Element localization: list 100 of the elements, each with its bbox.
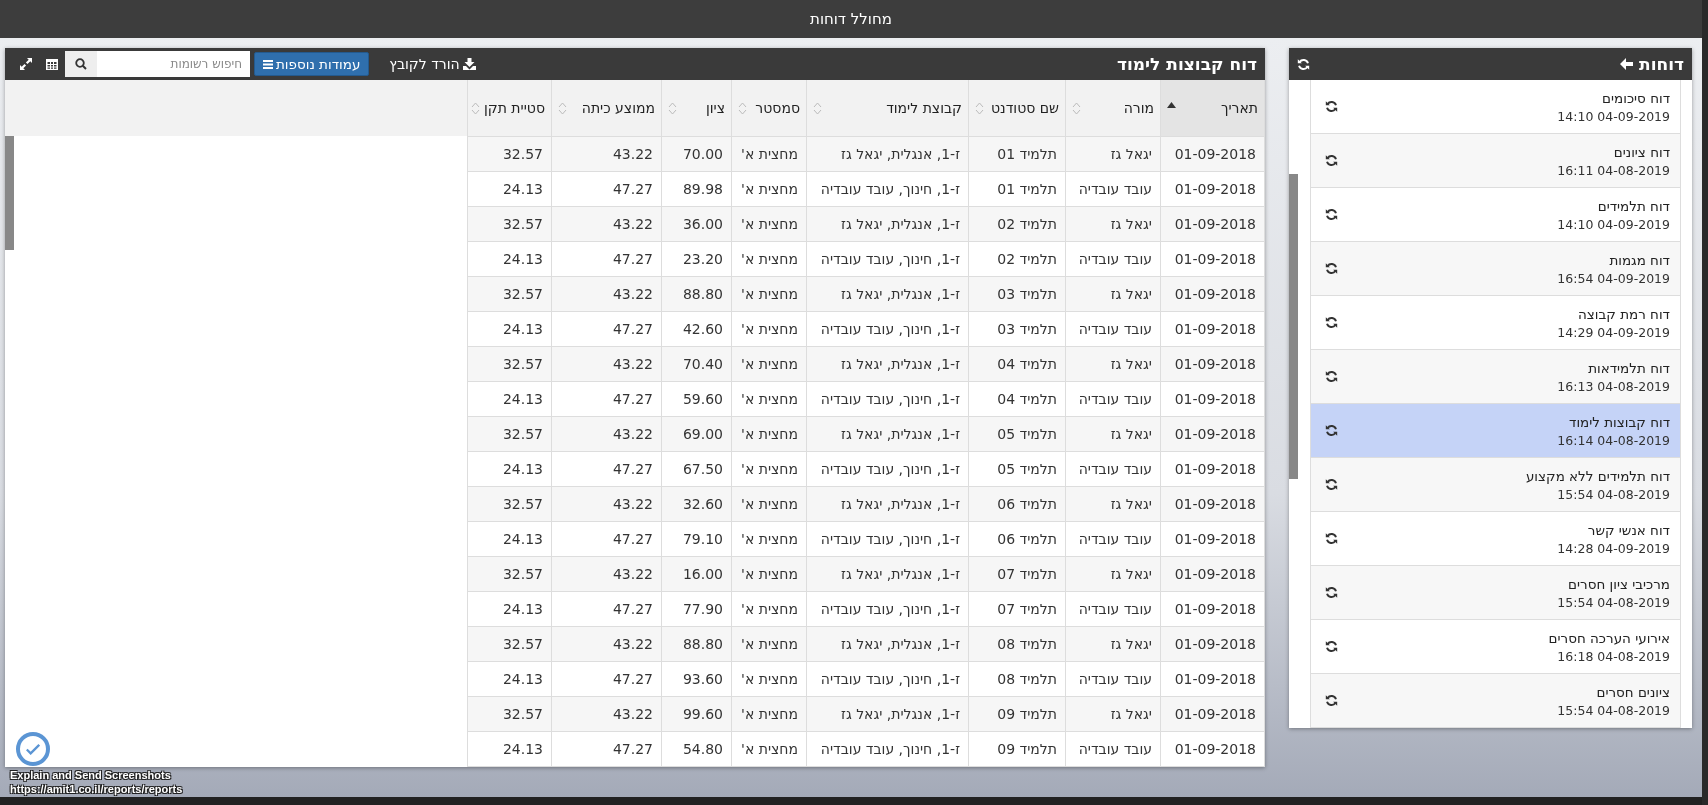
table-cell: 99.60 <box>661 696 732 732</box>
scrollbar-thumb[interactable] <box>5 136 14 250</box>
table-cell: 24.13 <box>467 171 552 207</box>
table-cell: 01-09-2018 <box>1160 346 1265 382</box>
arrow-left-icon[interactable] <box>1620 58 1634 70</box>
table-cell: 36.00 <box>661 206 732 242</box>
table-cell: ז-1, אנגלית, יגאל גז <box>806 416 969 452</box>
refresh-icon[interactable] <box>1325 262 1338 275</box>
table-cell: ז-1, אנגלית, יגאל גז <box>806 626 969 662</box>
check-icon <box>26 743 40 755</box>
table-cell: מחצית א' <box>731 486 807 522</box>
menu-icon <box>263 59 273 69</box>
table-cell: תלמיד 04 <box>968 381 1066 417</box>
refresh-icon[interactable] <box>1297 57 1310 71</box>
table-cell: תלמיד 09 <box>968 696 1066 732</box>
refresh-icon[interactable] <box>1325 154 1338 167</box>
table-cell: תלמיד 07 <box>968 556 1066 592</box>
table-cell: מחצית א' <box>731 696 807 732</box>
table-cell: יגאל גז <box>1065 626 1161 662</box>
table-cell: 24.13 <box>467 661 552 697</box>
refresh-icon[interactable] <box>1325 316 1338 329</box>
table-cell: 01-09-2018 <box>1160 311 1265 347</box>
column-header[interactable]: קבוצת לימוד <box>806 80 969 137</box>
panel-title: דוחות <box>1639 54 1684 74</box>
table-cell: 47.27 <box>551 591 662 627</box>
table-cell: מחצית א' <box>731 591 807 627</box>
table-cell: מחצית א' <box>731 171 807 207</box>
table-cell: תלמיד 02 <box>968 241 1066 277</box>
search-icon <box>75 58 87 70</box>
column-header[interactable]: סטיית תקן <box>467 80 552 137</box>
column-header[interactable]: מורה <box>1065 80 1161 137</box>
table-cell: תלמיד 08 <box>968 661 1066 697</box>
report-date: 15:54 04-08-2019 <box>1557 486 1670 502</box>
table-cell: יגאל גז <box>1065 346 1161 382</box>
table-cell: ז-1, אנגלית, יגאל גז <box>806 346 969 382</box>
refresh-icon[interactable] <box>1325 478 1338 491</box>
column-header[interactable]: שם סטודנט <box>968 80 1066 137</box>
table-cell: 47.27 <box>551 521 662 557</box>
refresh-icon[interactable] <box>1325 586 1338 599</box>
report-name: דוח קבוצות לימוד <box>1569 413 1670 430</box>
table-cell: ז-1, אנגלית, יגאל גז <box>806 556 969 592</box>
table-cell: עובד עובדיה <box>1065 591 1161 627</box>
table-cell: 88.80 <box>661 276 732 312</box>
table-cell: 32.60 <box>661 486 732 522</box>
report-date: 16:14 04-08-2019 <box>1557 432 1670 448</box>
search-button[interactable] <box>65 51 97 77</box>
refresh-icon[interactable] <box>1325 640 1338 653</box>
refresh-icon[interactable] <box>1325 370 1338 383</box>
scrollbar-thumb[interactable] <box>1289 174 1298 479</box>
table-cell: 24.13 <box>467 731 552 767</box>
download-button[interactable]: הורד לקובץ <box>379 56 486 72</box>
table-cell: 24.13 <box>467 451 552 487</box>
table-cell: עובד עובדיה <box>1065 311 1161 347</box>
table-cell: 47.27 <box>551 661 662 697</box>
table-cell: 70.00 <box>661 136 732 172</box>
search-field[interactable]: חיפוש רשומות <box>97 51 250 77</box>
table-cell: מחצית א' <box>731 381 807 417</box>
report-name: דוח סיכומים <box>1602 89 1670 106</box>
table-cell: מחצית א' <box>731 206 807 242</box>
download-icon <box>462 58 476 70</box>
app-title: מחולל דוחות <box>810 10 892 28</box>
table-cell: 43.22 <box>551 416 662 452</box>
table-cell: מחצית א' <box>731 276 807 312</box>
table-cell: 43.22 <box>551 626 662 662</box>
table-cell: 01-09-2018 <box>1160 241 1265 277</box>
refresh-icon[interactable] <box>1325 532 1338 545</box>
refresh-icon[interactable] <box>1325 694 1338 707</box>
refresh-icon[interactable] <box>1325 424 1338 437</box>
more-columns-button[interactable]: עמודות נוספות <box>254 52 370 76</box>
table-cell: מחצית א' <box>731 731 807 767</box>
table-cell: עובד עובדיה <box>1065 451 1161 487</box>
refresh-icon[interactable] <box>1325 100 1338 113</box>
table-cell: 88.80 <box>661 626 732 662</box>
table-cell: ז-1, חינוך, עובד עובדיה <box>806 521 969 557</box>
table-cell: 43.22 <box>551 696 662 732</box>
table-cell: ז-1, אנגלית, יגאל גז <box>806 486 969 522</box>
table-cell: עובד עובדיה <box>1065 241 1161 277</box>
table-cell: 43.22 <box>551 206 662 242</box>
panel-title: דוח קבוצות לימוד <box>1116 54 1257 74</box>
table-cell: יגאל גז <box>1065 276 1161 312</box>
table-cell: 01-09-2018 <box>1160 136 1265 172</box>
report-date: 15:54 04-08-2019 <box>1557 702 1670 718</box>
table-cell: תלמיד 03 <box>968 311 1066 347</box>
column-header[interactable]: תאריך <box>1160 80 1265 137</box>
table-cell: תלמיד 01 <box>968 136 1066 172</box>
column-header[interactable]: ציון <box>661 80 732 137</box>
report-name: דוח מגמות <box>1609 251 1670 268</box>
column-header[interactable]: סמסטר <box>731 80 807 137</box>
table-cell: 77.90 <box>661 591 732 627</box>
table-cell: 23.20 <box>661 241 732 277</box>
table-cell: 24.13 <box>467 381 552 417</box>
grid-icon <box>46 58 58 70</box>
table-cell: 43.22 <box>551 346 662 382</box>
refresh-icon[interactable] <box>1325 208 1338 221</box>
column-header[interactable]: ממוצע כיתה <box>551 80 662 137</box>
table-cell: 01-09-2018 <box>1160 451 1265 487</box>
table-cell: מחצית א' <box>731 626 807 662</box>
table-cell: 32.57 <box>467 346 552 382</box>
table-cell: ז-1, חינוך, עובד עובדיה <box>806 661 969 697</box>
table-cell: ז-1, אנגלית, יגאל גז <box>806 206 969 242</box>
